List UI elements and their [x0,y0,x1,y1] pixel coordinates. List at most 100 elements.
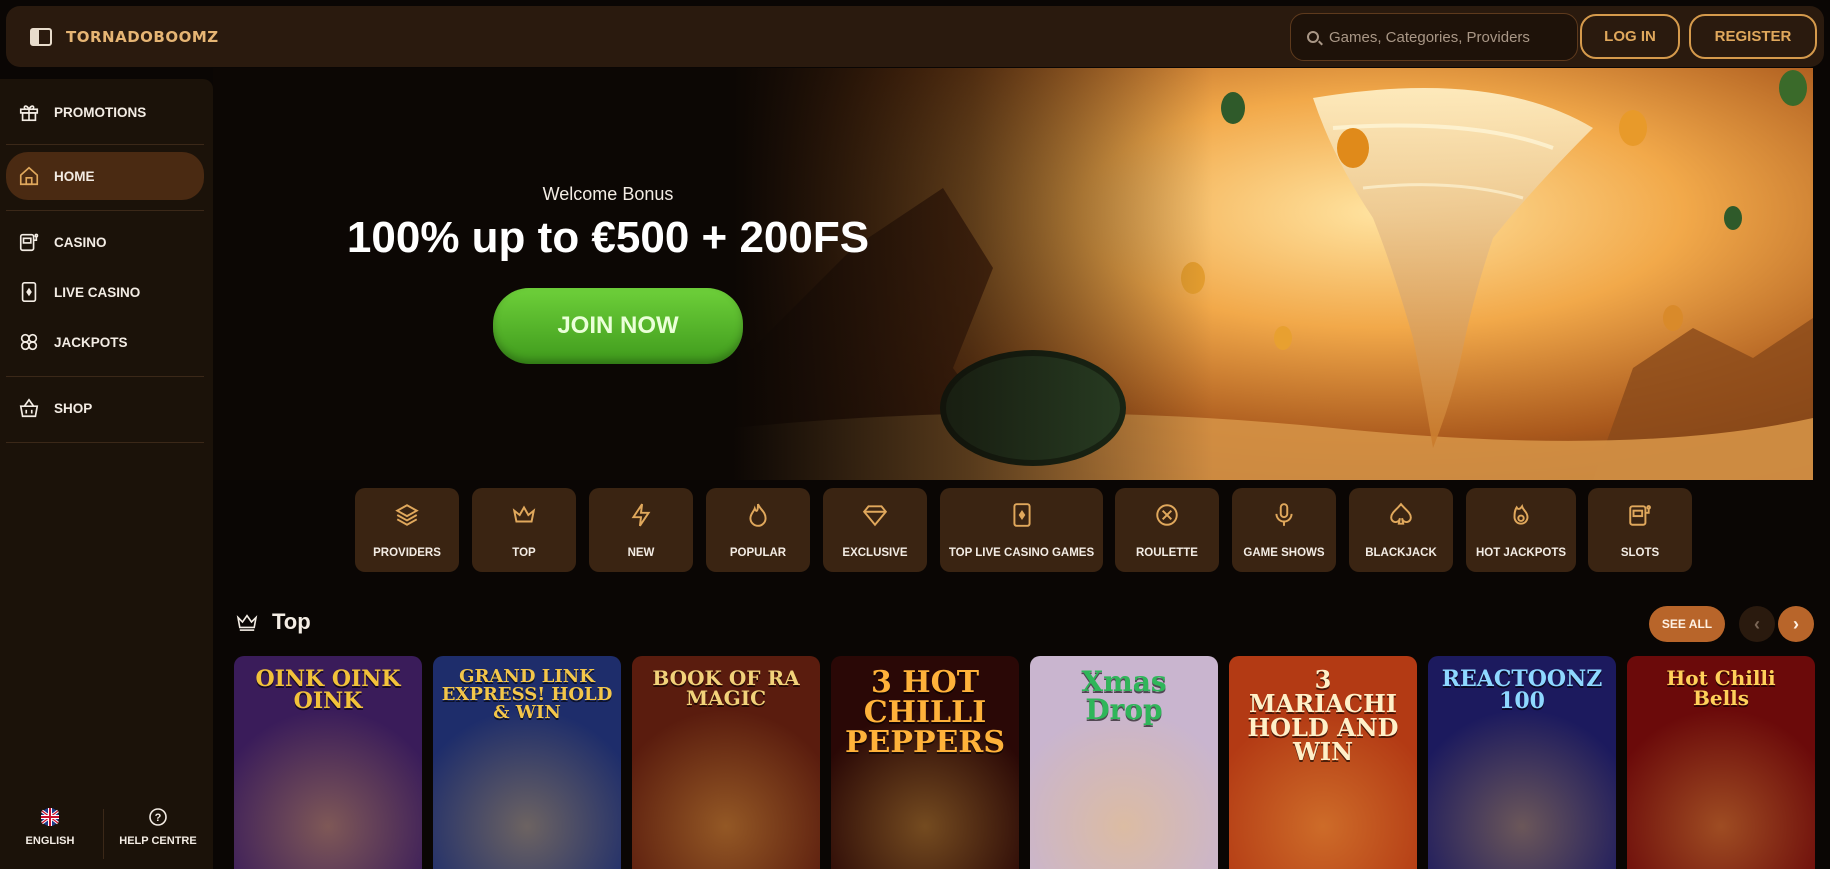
home-icon [19,166,39,186]
register-button[interactable]: REGISTER [1689,14,1817,59]
category-top-live-casino-games[interactable]: TOP LIVE CASINO GAMES [940,488,1103,572]
help-icon: ? [149,808,167,826]
sidebar: PROMOTIONS HOME CASINO LIVE CASINO JACKP… [0,79,213,869]
search-icon [1307,31,1319,43]
sidebar-item-home[interactable]: HOME [6,152,204,200]
divider [103,809,104,859]
slot-machine-icon [1629,505,1651,526]
game-title: Xmas Drop [1081,665,1167,726]
login-button[interactable]: LOG IN [1580,14,1680,59]
category-label: EXCLUSIVE [842,547,908,559]
see-all-button[interactable]: SEE ALL [1649,606,1725,642]
game-tile[interactable]: 3 HOT CHILLI PEPPERS [831,656,1019,869]
category-exclusive[interactable]: EXCLUSIVE [823,488,927,572]
game-title: GRAND LINK EXPRESS! HOLD & WIN [441,666,613,723]
category-label: TOP [512,547,536,559]
game-title: Hot Chilli Bells [1666,666,1776,710]
game-tile[interactable]: Hot Chilli Bells [1627,656,1815,869]
sidebar-item-live-casino[interactable]: LIVE CASINO [6,268,204,316]
category-new[interactable]: NEW [589,488,693,572]
sidebar-item-casino[interactable]: CASINO [6,218,204,266]
category-bar: PROVIDERS TOP NEW POPULAR EXCLUSIVE TOP … [0,488,1830,572]
roulette-icon [1156,504,1178,526]
category-label: ROULETTE [1136,547,1198,559]
sidebar-toggle-icon[interactable] [30,28,52,46]
gift-icon [19,105,39,122]
search-input[interactable]: Games, Categories, Providers [1290,13,1578,61]
slot-machine-icon [19,233,39,252]
category-providers[interactable]: PROVIDERS [355,488,459,572]
chevron-right-icon: › [1793,613,1799,634]
sidebar-item-label: CASINO [54,234,107,250]
category-label: TOP LIVE CASINO GAMES [948,547,1095,559]
spade-icon [1390,502,1412,525]
hero-banner: Welcome Bonus 100% up to €500 + 200FS JO… [213,68,1813,480]
category-label: POPULAR [729,547,787,559]
game-title: 3 MARIACHI HOLD AND WIN [1247,665,1399,766]
language-label: ENGLISH [25,835,75,847]
sidebar-item-label: LIVE CASINO [54,284,141,300]
game-title: OINK OINK OINK [255,666,401,714]
category-blackjack[interactable]: BLACKJACK [1349,488,1453,572]
site-logo[interactable]: TORNADOBOOMZ [66,28,219,46]
flame-icon [749,503,767,527]
carousel-prev-button[interactable]: ‹ [1739,606,1775,642]
game-tile[interactable]: OINK OINK OINK [234,656,422,869]
divider [6,376,204,377]
basket-icon [19,398,39,418]
category-label: HOT JACKPOTS [1475,547,1567,559]
section-title: Top [272,609,311,634]
hero-subtitle: Welcome Bonus [542,184,674,204]
category-hot-jackpots[interactable]: HOT JACKPOTS [1466,488,1576,572]
game-tile[interactable]: 3 MARIACHI HOLD AND WIN [1229,656,1417,869]
sidebar-item-label: JACKPOTS [54,334,128,350]
category-label: PROVIDERS [373,547,441,559]
sidebar-item-label: SHOP [54,400,93,416]
game-title: BOOK OF RA MAGIC [652,666,800,710]
chevron-left-icon: ‹ [1754,613,1760,634]
uk-flag-icon [41,808,59,826]
category-roulette[interactable]: ROULETTE [1115,488,1219,572]
hero-gradient [733,68,1213,480]
help-centre-link[interactable]: ? HELP CENTRE [108,807,208,847]
game-tile[interactable]: GRAND LINK EXPRESS! HOLD & WIN [433,656,621,869]
game-title: 3 HOT CHILLI PEPPERS [844,665,1005,760]
svg-text:?: ? [155,812,162,824]
diamond-icon [862,505,888,527]
help-label: HELP CENTRE [119,835,197,847]
sidebar-item-label: PROMOTIONS [54,104,147,120]
hero-headline: 100% up to €500 + 200FS [346,213,870,262]
join-now-button[interactable]: JOIN NOW [493,288,743,364]
card-icon [1012,503,1031,527]
category-label: BLACKJACK [1365,547,1437,559]
sidebar-item-label: HOME [54,168,95,184]
category-slots[interactable]: SLOTS [1588,488,1692,572]
carousel-next-button[interactable]: › [1778,606,1814,642]
game-tile[interactable]: REACTOONZ 100 [1428,656,1616,869]
clover-icon [20,333,38,351]
game-title: REACTOONZ 100 [1441,666,1603,714]
category-label: NEW [627,547,655,559]
crown-icon [512,505,536,523]
divider [6,144,204,145]
crown-icon [236,614,258,631]
top-bar: TORNADOBOOMZ Games, Categories, Provider… [6,6,1824,67]
game-tile[interactable]: BOOK OF RA MAGIC [632,656,820,869]
category-label: SLOTS [1620,547,1660,559]
bolt-icon [631,503,651,527]
category-label: GAME SHOWS [1243,547,1325,559]
hot-jackpot-icon [1513,503,1529,525]
sidebar-item-jackpots[interactable]: JACKPOTS [6,318,204,366]
card-icon [21,282,37,302]
divider [6,210,204,211]
search-placeholder: Games, Categories, Providers [1329,28,1530,46]
category-game-shows[interactable]: GAME SHOWS [1232,488,1336,572]
game-tile[interactable]: Xmas Drop [1030,656,1218,869]
sidebar-item-shop[interactable]: SHOP [6,384,204,432]
language-selector[interactable]: ENGLISH [0,807,100,847]
category-popular[interactable]: POPULAR [706,488,810,572]
divider [6,442,204,443]
sidebar-item-promotions[interactable]: PROMOTIONS [6,88,204,136]
layers-icon [395,504,419,526]
category-top[interactable]: TOP [472,488,576,572]
